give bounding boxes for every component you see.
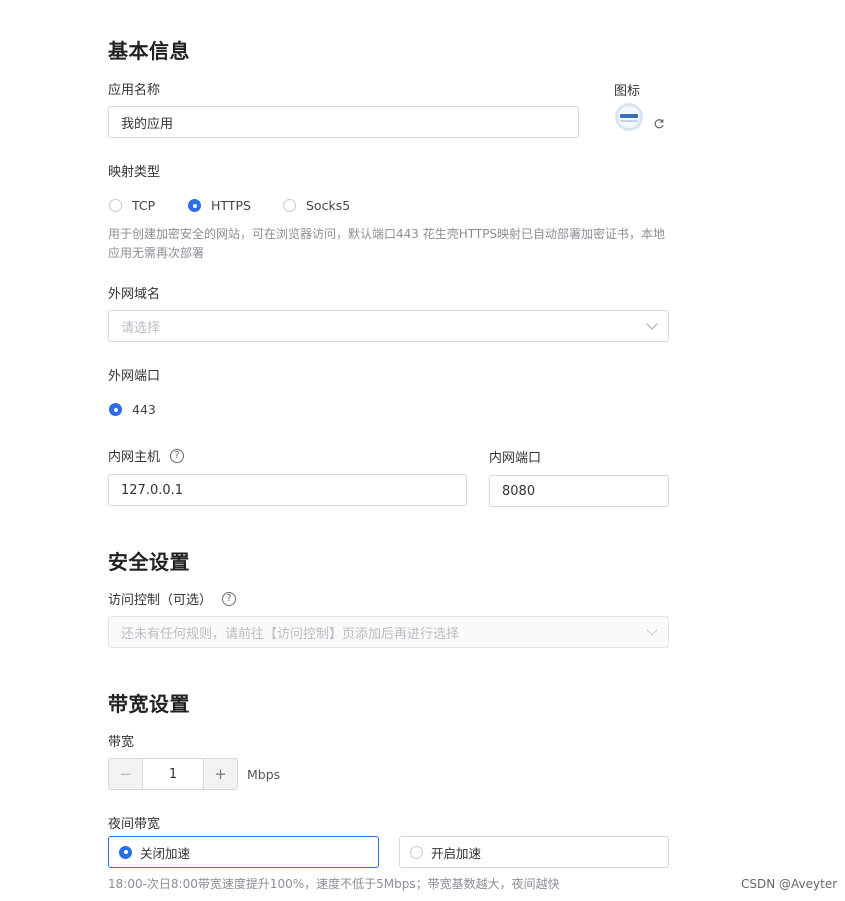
radio-socks5-dot [283, 199, 296, 212]
https-description-line2: 应用无需再次部署 [108, 246, 205, 260]
domain-label: 外网域名 [108, 287, 161, 302]
chevron-down-icon [646, 624, 658, 636]
chevron-down-icon [646, 318, 658, 330]
help-icon[interactable]: ? [222, 591, 237, 606]
host-label: 内网主机 [108, 450, 161, 465]
app-name-label: 应用名称 [108, 83, 161, 98]
radio-https[interactable]: HTTPS [188, 198, 251, 213]
access-placeholder: 还未有任何规则，请前往【访问控制】页添加后再进行选择 [121, 626, 460, 642]
mapping-type-label: 映射类型 [108, 165, 161, 180]
inner-port-value: 8080 [502, 483, 536, 499]
bandwidth-stepper[interactable]: − 1 + [108, 758, 238, 790]
app-name-input[interactable]: 我的应用 [108, 106, 579, 138]
night-option-off-dot [119, 845, 132, 859]
access-label: 访问控制（可选） [108, 593, 213, 608]
night-bandwidth-description: 18:00-次日8:00带宽速度提升100%，速度不低于5Mbps；带宽基数越大… [108, 877, 560, 891]
domain-select[interactable]: 请选择 [108, 310, 669, 342]
domain-placeholder: 请选择 [121, 320, 161, 336]
section-title-bandwidth: 带宽设置 [108, 692, 190, 716]
access-label-row: 访问控制（可选） ? [108, 589, 237, 608]
help-icon[interactable]: ? [170, 448, 185, 463]
night-option-off[interactable]: 关闭加速 [108, 836, 379, 868]
radio-port-443-dot [109, 403, 122, 416]
app-icon[interactable] [614, 102, 644, 132]
radio-https-label: HTTPS [211, 198, 251, 213]
radio-https-dot [188, 199, 201, 212]
bandwidth-label: 带宽 [108, 735, 135, 750]
inner-port-input[interactable]: 8080 [489, 475, 669, 507]
night-option-off-label: 关闭加速 [140, 845, 191, 861]
https-description-line1: 用于创建加密安全的网站，可在浏览器访问，默认端口443 花生壳HTTPS映射已自… [108, 227, 666, 241]
section-title-basic: 基本信息 [108, 39, 190, 63]
port-label: 外网端口 [108, 369, 161, 384]
night-option-on[interactable]: 开启加速 [399, 836, 669, 868]
host-value: 127.0.0.1 [121, 482, 184, 498]
bandwidth-unit: Mbps [247, 767, 281, 782]
app-name-value: 我的应用 [121, 116, 174, 132]
bandwidth-value[interactable]: 1 [143, 759, 203, 789]
radio-tcp-dot [109, 199, 122, 212]
refresh-icon[interactable] [652, 116, 666, 130]
night-bandwidth-label: 夜间带宽 [108, 817, 161, 832]
radio-port-443-label: 443 [132, 402, 156, 417]
host-input[interactable]: 127.0.0.1 [108, 474, 467, 506]
radio-tcp-label: TCP [132, 198, 156, 213]
app-logo-icon [615, 103, 643, 131]
increment-button[interactable]: + [203, 759, 237, 789]
https-description: 用于创建加密安全的网站，可在浏览器访问，默认端口443 花生壳HTTPS映射已自… [108, 225, 678, 263]
night-option-on-label: 开启加速 [431, 845, 482, 861]
radio-tcp[interactable]: TCP [109, 198, 155, 213]
radio-socks5-label: Socks5 [306, 198, 351, 213]
host-label-row: 内网主机 ? [108, 446, 185, 465]
decrement-button[interactable]: − [109, 759, 143, 789]
night-option-on-dot [410, 845, 423, 859]
watermark: CSDN @Aveyter [741, 877, 838, 891]
radio-socks5[interactable]: Socks5 [283, 198, 350, 213]
radio-port-443[interactable]: 443 [109, 402, 156, 417]
inner-port-label: 内网端口 [489, 451, 542, 466]
icon-label: 图标 [614, 84, 641, 99]
access-control-select[interactable]: 还未有任何规则，请前往【访问控制】页添加后再进行选择 [108, 616, 669, 648]
section-title-security: 安全设置 [108, 550, 190, 574]
